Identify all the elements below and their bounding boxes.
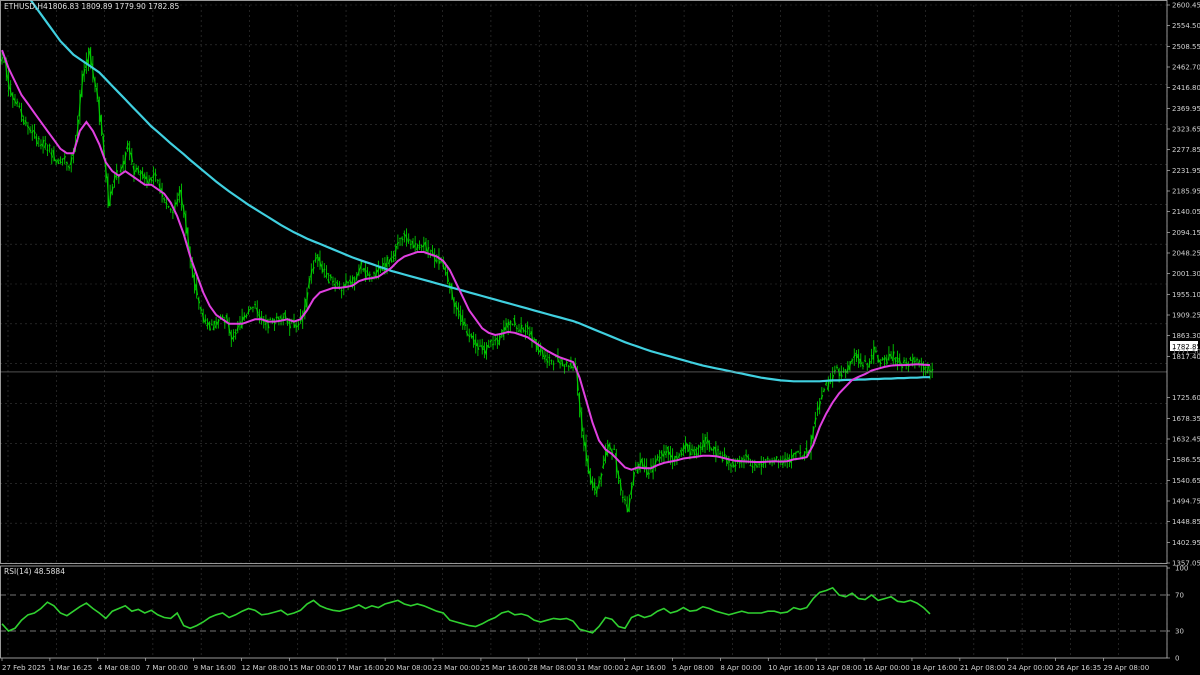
price-tick-label: 2048.25 [1172, 250, 1200, 258]
price-tick-label: 1678.35 [1172, 415, 1200, 423]
time-tick-label: 20 Mar 08:00 [385, 664, 432, 672]
candle-body [717, 449, 720, 451]
price-tick-label: 2369.95 [1172, 105, 1200, 113]
hidden-price-tick: 1771.50 [1172, 348, 1200, 356]
candle-body [710, 448, 713, 451]
candle-body [372, 272, 376, 275]
time-tick-label: 25 Mar 16:00 [481, 664, 528, 672]
candle-body [905, 361, 908, 364]
candle-body [572, 366, 575, 369]
price-tick-label: 2140.05 [1172, 208, 1200, 216]
time-tick-label: 29 Apr 08:00 [1104, 664, 1150, 672]
price-tick-label: 2554.50 [1172, 22, 1200, 30]
price-tick-label: 2001.30 [1172, 270, 1200, 278]
price-tick-label: 1955.10 [1172, 291, 1200, 299]
time-tick-label: 23 Mar 00:00 [433, 664, 480, 672]
time-tick-label: 2 Apr 16:00 [625, 664, 666, 672]
candle-body [550, 359, 553, 362]
candle-body [409, 243, 412, 246]
time-tick-label: 27 Feb 2025 [2, 664, 46, 672]
candle-body [435, 260, 438, 262]
rsi-label: RSI(14) 48.5884 [4, 567, 65, 576]
price-tick-label: 1448.85 [1172, 518, 1200, 526]
trading-chart[interactable]: 2600.45 2554.50 2508.55 2462.70 2416.80 2369.… [0, 0, 1200, 675]
time-tick-label: 15 Mar 00:00 [289, 664, 336, 672]
candle-body [621, 496, 624, 499]
time-tick-label: 9 Mar 16:00 [194, 664, 236, 672]
time-tick-label: 26 Apr 16:35 [1056, 664, 1102, 672]
price-tick-label: 2231.95 [1172, 167, 1200, 175]
candle-body [768, 461, 772, 464]
candle-body [524, 330, 527, 333]
time-tick-label: 31 Mar 00:00 [577, 664, 624, 672]
candle-body [613, 448, 616, 451]
rsi-tick-label: 70 [1175, 592, 1184, 600]
time-tick-label: 24 Apr 00:00 [1008, 664, 1054, 672]
price-tick-label: 1909.25 [1172, 312, 1200, 320]
time-tick-label: 13 Apr 08:00 [816, 664, 862, 672]
price-tick-label: 1540.65 [1172, 477, 1200, 485]
price-tick-label: 2600.45 [1172, 2, 1200, 10]
candle-body [479, 345, 482, 348]
price-tick-label: 2462.70 [1172, 64, 1200, 72]
candle-body [874, 350, 878, 353]
time-tick-label: 8 Apr 00:00 [720, 664, 761, 672]
symbol-label: ETHUSD,H4 [4, 2, 48, 11]
time-tick-label: 1 Mar 16:25 [50, 664, 92, 672]
time-tick-label: 4 Mar 08:00 [98, 664, 140, 672]
price-tick-label: 1863.30 [1172, 332, 1200, 340]
chart-background [0, 0, 1200, 675]
time-tick-label: 10 Apr 16:00 [768, 664, 814, 672]
candle-body [362, 268, 365, 271]
time-tick-label: 12 Mar 08:00 [241, 664, 288, 672]
rsi-tick-label: 0 [1175, 655, 1179, 663]
candle-body [61, 158, 64, 160]
candle-body [167, 205, 170, 208]
price-tick-label: 1725.60 [1172, 394, 1200, 402]
time-tick-label: 5 Apr 08:00 [672, 664, 713, 672]
candle-body [260, 316, 263, 319]
price-tick-label: 1402.95 [1172, 539, 1200, 547]
time-tick-label: 18 Apr 16:00 [912, 664, 958, 672]
price-tick-label: 2323.65 [1172, 126, 1200, 134]
price-tick-label: 2185.95 [1172, 188, 1200, 196]
rsi-tick-label: 100 [1175, 565, 1188, 573]
time-tick-label: 16 Apr 00:00 [864, 664, 910, 672]
time-tick-label: 21 Apr 08:00 [960, 664, 1006, 672]
time-tick-label: 17 Mar 16:00 [337, 664, 384, 672]
price-tick-label: 2094.15 [1172, 229, 1200, 237]
candle-body [699, 446, 702, 449]
price-tick-label: 1586.55 [1172, 456, 1200, 464]
candle-body [634, 468, 637, 471]
time-tick-label: 28 Mar 08:00 [529, 664, 576, 672]
price-tick-label: 1494.75 [1172, 498, 1200, 506]
rsi-tick-label: 30 [1175, 628, 1184, 636]
ohlc-label: 1806.83 1809.89 1779.90 1782.85 [48, 2, 179, 11]
price-tick-label: 2508.55 [1172, 43, 1200, 51]
time-tick-label: 7 Mar 00:00 [146, 664, 188, 672]
price-tick-label: 2277.85 [1172, 146, 1200, 154]
candle-body [719, 452, 722, 455]
price-tick-label: 1632.45 [1172, 436, 1200, 444]
price-tick-label: 2416.80 [1172, 84, 1200, 92]
